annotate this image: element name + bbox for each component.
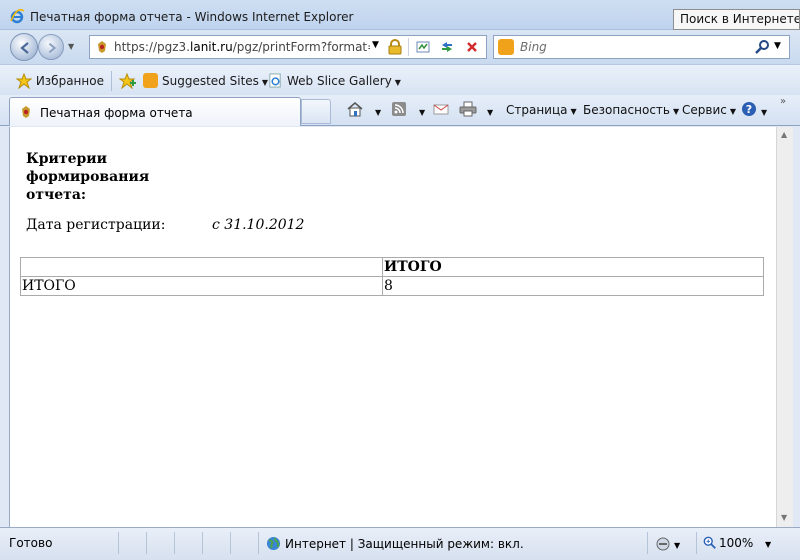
status-separator bbox=[647, 532, 648, 554]
status-separator bbox=[118, 532, 119, 554]
tools-menu-label: Сервис bbox=[682, 103, 727, 117]
search-dropdown-icon[interactable]: ▼ bbox=[774, 41, 781, 51]
page-menu[interactable]: Страница ▼ bbox=[506, 103, 577, 117]
criteria-title: Критерии формирования отчета: bbox=[26, 151, 150, 203]
home-icon[interactable] bbox=[346, 101, 364, 120]
tools-menu[interactable]: Сервис ▼ bbox=[682, 103, 736, 117]
print-icon[interactable] bbox=[459, 101, 477, 120]
safety-menu[interactable]: Безопасность ▼ bbox=[583, 103, 679, 117]
suggested-sites-label: Suggested Sites bbox=[162, 74, 259, 88]
tab-label: Печатная форма отчета bbox=[40, 106, 193, 120]
help-icon[interactable]: ? bbox=[741, 101, 757, 120]
zoom-dropdown[interactable]: ▼ bbox=[762, 536, 771, 550]
report-table: ИТОГО ИТОГО 8 bbox=[20, 257, 764, 296]
favorites-label: Избранное bbox=[35, 74, 104, 88]
vertical-scrollbar[interactable]: ▲ ▼ bbox=[776, 127, 793, 527]
scroll-down-icon[interactable]: ▼ bbox=[781, 513, 787, 522]
forward-button[interactable] bbox=[38, 34, 64, 60]
registration-date-label: Дата регистрации: bbox=[26, 217, 166, 233]
print-dropdown[interactable]: ▼ bbox=[484, 104, 493, 118]
add-favorite-icon bbox=[118, 72, 136, 90]
popup-blocker-icon[interactable]: ▼ bbox=[655, 536, 680, 552]
suggested-sites-link[interactable]: Suggested Sites ▼ bbox=[143, 73, 268, 88]
ie-page-icon bbox=[269, 73, 281, 88]
help-dropdown[interactable]: ▼ bbox=[758, 104, 767, 118]
forward-arrow-icon bbox=[48, 42, 57, 54]
status-text: Готово bbox=[9, 536, 53, 550]
home-dropdown[interactable]: ▼ bbox=[372, 104, 381, 118]
site-emblem-icon bbox=[98, 41, 106, 53]
status-separator bbox=[696, 532, 697, 554]
table-header-row: ИТОГО bbox=[20, 257, 764, 277]
favorites-button[interactable]: Избранное bbox=[15, 72, 104, 90]
scroll-up-icon[interactable]: ▲ bbox=[781, 130, 787, 139]
svg-text:?: ? bbox=[746, 103, 752, 116]
command-bar: Печатная форма отчета ▼ ▼ ▼ Страница ▼ Бе… bbox=[0, 95, 800, 126]
zoom-icon bbox=[703, 536, 716, 549]
search-box[interactable]: Bing ▼ bbox=[493, 35, 790, 59]
safety-menu-label: Безопасность bbox=[583, 103, 670, 117]
history-dropdown[interactable]: ▼ bbox=[68, 42, 74, 51]
status-separator bbox=[258, 532, 259, 554]
feeds-icon[interactable] bbox=[391, 101, 407, 120]
address-dropdown-icon[interactable]: ▼ bbox=[372, 40, 379, 50]
refresh-icon[interactable] bbox=[437, 38, 457, 56]
title-bar: Печатная форма отчета - Windows Internet… bbox=[0, 0, 800, 30]
page-content: Критерии формирования отчета: Дата регис… bbox=[9, 127, 776, 527]
site-emblem-icon bbox=[22, 106, 30, 118]
feeds-dropdown[interactable]: ▼ bbox=[416, 104, 425, 118]
favorites-separator bbox=[111, 71, 112, 91]
globe-icon bbox=[266, 536, 281, 551]
table-cell: 8 bbox=[382, 276, 764, 296]
new-tab-button[interactable] bbox=[301, 99, 331, 124]
compatibility-view-icon[interactable] bbox=[413, 38, 433, 56]
add-to-favorites-bar-button[interactable] bbox=[118, 72, 137, 90]
bing-small-icon bbox=[143, 73, 158, 88]
registration-date-value: с 31.10.2012 bbox=[212, 217, 305, 233]
favorites-bar: Избранное Suggested Sites ▼ Web Slice Gal… bbox=[0, 64, 800, 95]
security-zone[interactable]: Интернет | Защищенный режим: вкл. bbox=[266, 536, 524, 551]
address-url[interactable]: https://pgz3.lanit.ru/pgz/printForm?form… bbox=[114, 40, 370, 54]
window-title: Печатная форма отчета - Windows Internet… bbox=[30, 10, 354, 24]
security-zone-label: Интернет | Защищенный режим: вкл. bbox=[285, 537, 524, 551]
zoom-level: 100% bbox=[719, 536, 754, 550]
read-mail-icon[interactable] bbox=[433, 101, 449, 120]
table-cell: ИТОГО bbox=[20, 276, 383, 296]
back-button[interactable] bbox=[10, 33, 38, 61]
back-arrow-icon bbox=[20, 42, 29, 54]
search-input[interactable]: Bing bbox=[520, 40, 547, 54]
bing-icon bbox=[498, 39, 514, 55]
web-slice-gallery-label: Web Slice Gallery bbox=[287, 74, 392, 88]
stop-icon[interactable] bbox=[462, 38, 482, 56]
status-separator bbox=[174, 532, 175, 554]
search-tooltip: Поиск в Интернете (C bbox=[673, 9, 800, 30]
status-separator bbox=[202, 532, 203, 554]
search-icon[interactable] bbox=[754, 39, 770, 58]
status-bar: Готово Интернет | Защищенный режим: вкл.… bbox=[0, 527, 800, 560]
address-row: ▼ https://pgz3.lanit.ru/pgz/printForm?fo… bbox=[0, 30, 800, 64]
web-slice-gallery-link[interactable]: Web Slice Gallery ▼ bbox=[268, 73, 401, 88]
chevron-more-icon[interactable]: » bbox=[780, 96, 786, 107]
tab-report[interactable]: Печатная форма отчета bbox=[9, 97, 301, 126]
status-separator bbox=[146, 532, 147, 554]
window-frame-right bbox=[793, 127, 800, 527]
address-bar[interactable]: https://pgz3.lanit.ru/pgz/printForm?form… bbox=[89, 35, 487, 59]
status-separator bbox=[230, 532, 231, 554]
table-header-cell: ИТОГО bbox=[382, 257, 764, 277]
address-separator bbox=[408, 38, 409, 56]
table-row: ИТОГО 8 bbox=[20, 276, 764, 296]
lock-icon[interactable] bbox=[388, 39, 402, 58]
zoom-control[interactable]: 100% bbox=[703, 536, 753, 550]
ie-icon bbox=[10, 8, 25, 24]
table-header-cell bbox=[20, 257, 383, 277]
favorites-star-icon bbox=[15, 72, 33, 90]
page-menu-label: Страница bbox=[506, 103, 568, 117]
